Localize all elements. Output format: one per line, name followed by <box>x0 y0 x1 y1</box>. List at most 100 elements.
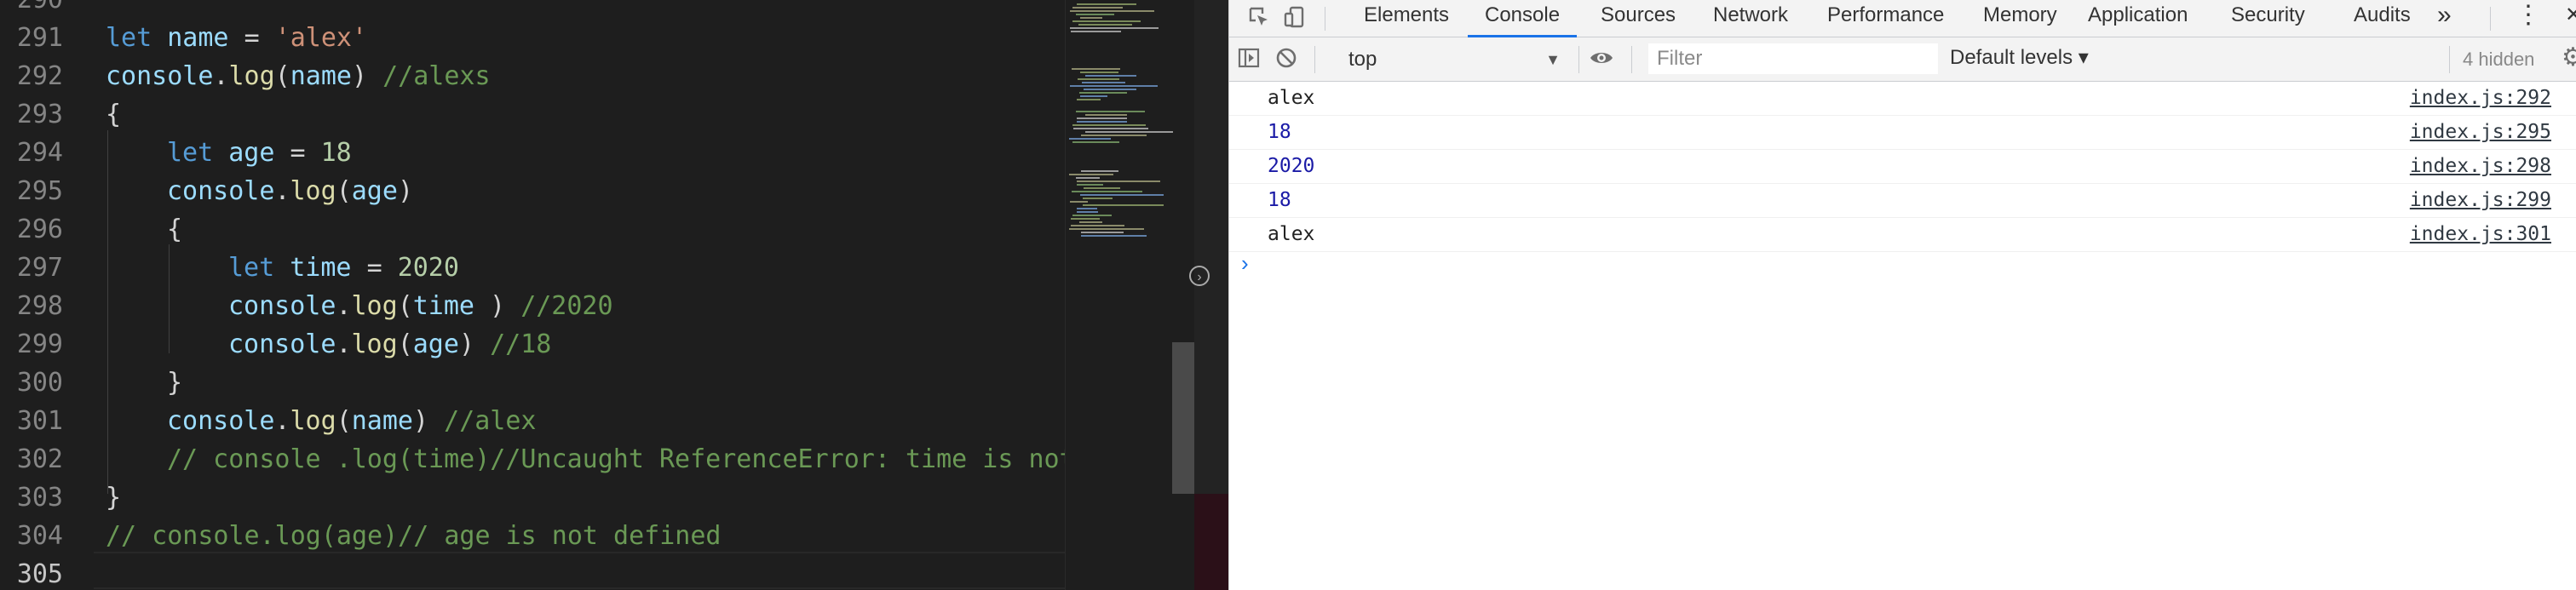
line-number: 304 <box>16 521 63 551</box>
source-link[interactable]: index.js:292 <box>2410 82 2551 115</box>
indent-guide <box>107 130 108 494</box>
minimap[interactable] <box>1065 0 1176 590</box>
context-select[interactable]: top ▼ <box>1342 46 1567 73</box>
tab-security[interactable]: Security <box>2229 0 2307 37</box>
minimap-line <box>1071 225 1124 226</box>
minimap-line <box>1069 174 1113 175</box>
sidebar-toggle-icon[interactable] <box>1236 46 1262 72</box>
code-token: ( <box>397 291 413 321</box>
minimap-line <box>1079 92 1127 94</box>
tab-audits[interactable]: Audits <box>2352 0 2412 37</box>
filter-input[interactable] <box>1648 43 1938 74</box>
toolbar-divider <box>1314 46 1315 73</box>
code-token: ( <box>397 329 413 359</box>
more-tabs-icon[interactable]: » <box>2435 0 2453 37</box>
inspect-element-icon[interactable] <box>1246 5 1272 31</box>
tab-memory[interactable]: Memory <box>1981 0 2059 37</box>
code-line[interactable]: 298 console.log(time ) //2020 <box>0 287 1065 325</box>
console-message-text: 18 <box>1268 121 1291 143</box>
eye-icon[interactable] <box>1589 46 1614 72</box>
console-message: alex index.js:301 <box>1229 218 2576 252</box>
code-line[interactable]: 293 { <box>0 95 1065 134</box>
minimap-line <box>1072 141 1119 143</box>
code-token: name <box>290 61 352 91</box>
tab-elements[interactable]: Elements <box>1362 0 1451 37</box>
scrollbar-track[interactable] <box>1176 0 1194 590</box>
tab-performance[interactable]: Performance <box>1826 0 1946 37</box>
source-link[interactable]: index.js:295 <box>2410 116 2551 149</box>
tab-network[interactable]: Network <box>1711 0 1790 37</box>
code-line[interactable]: 301 console.log(name) //alex <box>0 402 1065 440</box>
code-token: //18 <box>490 329 552 359</box>
minimap-line <box>1071 31 1121 32</box>
line-number: 298 <box>16 291 63 321</box>
source-link[interactable]: index.js:301 <box>2410 218 2551 251</box>
code-token: let <box>106 23 152 53</box>
line-number: 305 <box>16 559 63 589</box>
minimap-line <box>1081 232 1124 233</box>
code-text: // console .log(time)//Uncaught Referenc… <box>167 440 1065 478</box>
minimap-line <box>1078 24 1132 26</box>
log-levels-dropdown[interactable]: Default levels ▾ <box>1950 44 2089 72</box>
code-editor[interactable]: 290291let name = 'alex'292console.log(na… <box>0 0 1065 590</box>
code-line[interactable]: 291 let name = 'alex' <box>0 19 1065 57</box>
code-line[interactable]: 303} <box>0 478 1065 517</box>
minimap-line <box>1076 111 1145 112</box>
console-prompt-icon[interactable]: › <box>1241 250 1249 276</box>
code-line[interactable]: 304 // console.log(age)// age is not defi… <box>0 517 1065 555</box>
code-line[interactable]: 295 console.log(age) <box>0 172 1065 210</box>
code-token: . <box>336 329 352 359</box>
line-number: 299 <box>16 329 63 359</box>
minimap-line <box>1080 72 1118 73</box>
code-line[interactable]: 296 { <box>0 210 1065 249</box>
code-text: let age = 18 <box>167 134 352 172</box>
devtools-panel: Elements Console Sources Network Performance… <box>1228 0 2576 590</box>
minimap-line <box>1085 114 1127 116</box>
code-token: //alexs <box>382 61 491 91</box>
code-line[interactable]: 290 <box>0 0 1065 19</box>
minimap-line <box>1081 170 1118 172</box>
minimap-line <box>1076 177 1100 179</box>
code-token: ) <box>352 61 383 91</box>
minimap-line <box>1081 235 1147 237</box>
code-text: } <box>167 364 182 402</box>
panel-toggle-icon[interactable]: › <box>1189 266 1210 286</box>
kebab-menu-icon[interactable]: ⋮ <box>2514 0 2543 37</box>
minimap-line <box>1072 68 1120 70</box>
tab-console[interactable]: Console <box>1468 0 1578 37</box>
clear-console-icon[interactable] <box>1274 46 1299 72</box>
code-token: log <box>351 291 398 321</box>
close-icon[interactable]: ✕ <box>2563 0 2576 37</box>
tab-sources[interactable]: Sources <box>1599 0 1677 37</box>
minimap-line <box>1079 221 1102 223</box>
gear-icon[interactable]: ⚙ <box>2562 44 2576 72</box>
minimap-line <box>1070 10 1154 12</box>
code-line[interactable]: 292 console.log(name) //alexs <box>0 57 1065 95</box>
code-line[interactable]: 294 let age = 18 <box>0 134 1065 172</box>
code-token: // console.log(age)// age is not defined <box>106 521 722 551</box>
code-text: // console.log(age)// age is not defined <box>106 517 721 555</box>
code-token: { <box>167 215 183 244</box>
source-link[interactable]: index.js:298 <box>2410 150 2551 183</box>
code-text: { <box>106 95 121 134</box>
line-number: 301 <box>16 406 63 436</box>
code-token: = <box>244 23 275 53</box>
code-line[interactable]: 297 let time = 2020 <box>0 249 1065 287</box>
code-token: console <box>228 291 336 321</box>
code-line[interactable]: 302 // console .log(time)//Uncaught Refer… <box>0 440 1065 478</box>
minimap-line <box>1078 78 1119 80</box>
source-link[interactable]: index.js:299 <box>2410 184 2551 217</box>
code-text: console.log(age) //18 <box>228 325 551 364</box>
code-line[interactable]: 299 console.log(age) //18 <box>0 325 1065 364</box>
device-toggle-icon[interactable] <box>1282 5 1308 31</box>
code-line[interactable]: 300} <box>0 364 1065 402</box>
minimap-line <box>1084 89 1136 90</box>
tab-application[interactable]: Application <box>2086 0 2189 37</box>
code-token: = <box>366 253 398 283</box>
minimap-line <box>1077 208 1097 209</box>
code-token: log <box>351 329 398 359</box>
scrollbar-thumb[interactable] <box>1172 342 1194 494</box>
chevron-down-icon: ▼ <box>1545 51 1561 68</box>
code-line[interactable]: 305 <box>0 555 1065 590</box>
code-token: 2020 <box>397 253 459 283</box>
